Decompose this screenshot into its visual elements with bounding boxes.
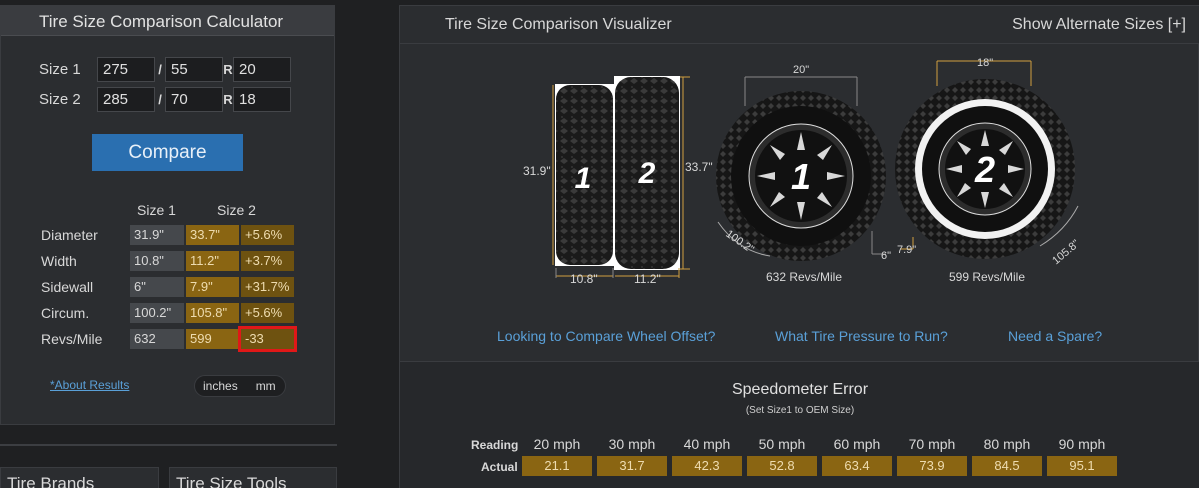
side-tire2-number: 2 [638,157,656,190]
col-header-size2: Size 2 [217,202,256,218]
calculator-title: Tire Size Comparison Calculator [39,12,284,31]
show-alternate-sizes-link[interactable]: Show Alternate Sizes [+] [1012,16,1186,34]
rim-separator: R [223,62,233,77]
actual-value: 73.9 [897,456,967,476]
compare-button[interactable]: Compare [92,134,243,171]
result-size2: 7.9" [186,277,239,297]
reading-value: 30 mph [608,436,656,452]
units-mm[interactable]: mm [248,379,276,393]
result-size2: 33.7" [186,225,239,245]
speedometer-error-section: Speedometer Error (Set Size1 to OEM Size… [400,361,1199,488]
actual-value: 95.1 [1047,456,1117,476]
reading-value: 90 mph [1058,436,1106,452]
result-size1: 100.2" [130,303,184,323]
wheel2-rim-label: 18" [977,57,993,69]
size1-width-input[interactable] [97,57,155,82]
reading-value: 60 mph [833,436,881,452]
tire-comparison-graphic: 1 2 31.9" 33.7" 10.8" 11.2" 1 20" 100.2"… [523,57,1082,286]
units-toggle[interactable]: inches mm [194,375,286,397]
result-row-revs-mile: Revs/Mile 632 599 -33 [41,326,297,352]
visualizer-panel: Tire Size Comparison Visualizer Show Alt… [399,5,1199,488]
result-row-circumference: Circum. 100.2" 105.8" +5.6% [41,303,296,323]
actual-label: Actual [481,460,518,474]
result-size2: 11.2" [186,251,239,271]
side-height2-label: 33.7" [685,160,713,174]
result-label: Sidewall [41,279,94,295]
result-label: Revs/Mile [41,331,103,347]
wheel1-sidewall-label: 6" [881,250,891,262]
side-tire1-number: 1 [575,162,592,195]
section-divider [0,444,337,446]
result-label: Diameter [41,227,98,243]
wheel2-sidewall-label: 7.9" [897,244,916,256]
size1-label: Size 1 [39,61,81,78]
tire-brands-tab[interactable]: Tire Brands [0,467,159,488]
wheel1-rim-label: 20" [793,64,809,76]
wheel2-revs-label: 599 Revs/Mile [949,270,1025,284]
wheel2-circumference-label: 105.8" [1050,238,1082,267]
size1-row: Size 1 / R [39,57,291,82]
result-label: Circum. [41,305,90,321]
result-size1: 10.8" [130,251,184,271]
reading-value: 50 mph [758,436,806,452]
result-size2: 105.8" [186,303,239,323]
wheel-offset-link[interactable]: Looking to Compare Wheel Offset? [497,328,715,344]
result-size1: 632 [130,329,184,349]
size2-rim-input[interactable] [233,87,291,112]
side-width2-label: 11.2" [634,272,661,286]
size2-label: Size 2 [39,91,81,108]
side-height1-label: 31.9" [523,164,551,178]
size2-ratio-input[interactable] [165,87,223,112]
size1-rim-input[interactable] [233,57,291,82]
reading-value: 20 mph [533,436,581,452]
speedometer-title: Speedometer Error [731,381,869,398]
tire-size-tools-tab[interactable]: Tire Size Tools [169,467,337,488]
spare-link[interactable]: Need a Spare? [1008,328,1102,344]
actual-value: 42.3 [672,456,742,476]
slash-separator: / [158,92,162,107]
speedometer-subtitle: (Set Size1 to OEM Size) [745,405,855,416]
result-row-sidewall: Sidewall 6" 7.9" +31.7% [41,277,296,297]
result-size2: 599 [186,329,239,349]
result-label: Width [41,253,77,269]
result-row-diameter: Diameter 31.9" 33.7" +5.6% [41,225,296,245]
result-diff: +31.7% [241,277,294,297]
reading-value: 80 mph [983,436,1031,452]
wheel1-number: 1 [791,156,811,197]
actual-value: 63.4 [822,456,892,476]
reading-label: Reading [471,438,519,452]
slash-separator: / [158,62,162,77]
reading-value: 40 mph [683,436,731,452]
tire-pressure-link[interactable]: What Tire Pressure to Run? [775,328,948,344]
calculator-panel: Tire Size Comparison Calculator Size 1 /… [0,5,335,425]
size1-ratio-input[interactable] [165,57,223,82]
side-view-tires [552,76,690,278]
units-inches[interactable]: inches [195,379,238,393]
result-diff: +3.7% [241,251,294,271]
wheel2-number: 2 [974,149,995,190]
wheel1-revs-label: 632 Revs/Mile [766,270,842,284]
about-results-link[interactable]: *About Results [50,378,129,392]
actual-value: 52.8 [747,456,817,476]
result-diff: +5.6% [241,225,294,245]
actual-value: 84.5 [972,456,1042,476]
size2-row: Size 2 / R [39,87,291,112]
result-diff-highlighted: -33 [238,326,297,352]
reading-value: 70 mph [908,436,956,452]
col-header-size1: Size 1 [137,202,176,218]
side-width1-label: 10.8" [570,272,598,286]
actual-value: 31.7 [597,456,667,476]
result-row-width: Width 10.8" 11.2" +3.7% [41,251,296,271]
rim-separator: R [223,92,233,107]
visualizer-title: Tire Size Comparison Visualizer [445,16,672,33]
result-size1: 31.9" [130,225,184,245]
actual-value: 21.1 [522,456,592,476]
size2-width-input[interactable] [97,87,155,112]
result-diff: +5.6% [241,303,294,323]
result-size1: 6" [130,277,184,297]
